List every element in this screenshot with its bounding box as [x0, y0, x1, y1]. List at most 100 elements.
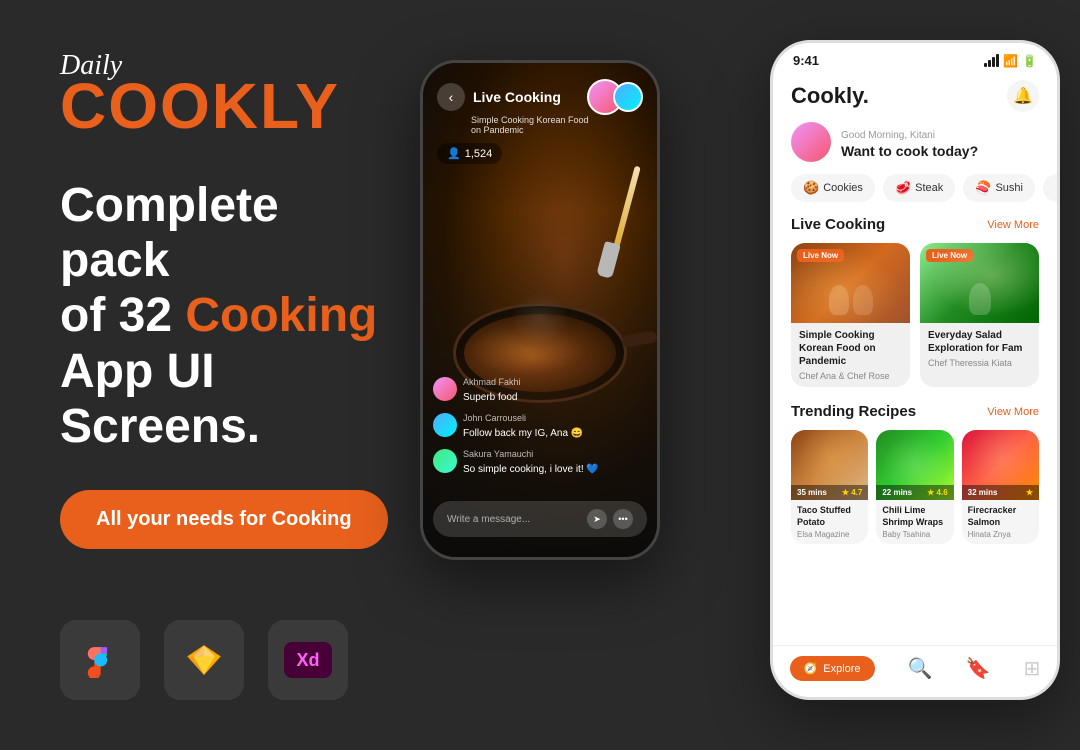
- live-card-img-2: Live Now: [920, 243, 1039, 323]
- trend-card-chef-1: Elsa Magazine: [797, 530, 862, 539]
- cookies-label: Cookies: [823, 182, 863, 194]
- live-card-1[interactable]: Live Now Simple Cooking Korean Food on P…: [791, 243, 910, 387]
- comment-1: Akhmad Fakhi Superb food: [433, 377, 647, 405]
- live-view-more[interactable]: View More: [987, 219, 1039, 231]
- bookmark-icon: 🔖: [966, 656, 991, 681]
- live-cards: Live Now Simple Cooking Korean Food on P…: [773, 243, 1057, 403]
- greeting-sub: Good Morning, Kitani: [841, 130, 935, 141]
- nav-explore[interactable]: 🧭 Explore: [790, 656, 875, 681]
- user-avatar: [791, 122, 831, 162]
- headline-highlight: Cooking: [185, 289, 377, 342]
- trend-card-title-1: Taco Stuffed Potato: [797, 505, 862, 528]
- figma-tool-card: [60, 620, 140, 700]
- pill-cookies[interactable]: 🍪 Cookies: [791, 174, 875, 202]
- pill-sushi[interactable]: 🍣 Sushi: [963, 174, 1035, 202]
- signal-icon: [984, 54, 999, 67]
- pill-seafood[interactable]: 🦞 Seafd: [1043, 174, 1057, 202]
- spatula: [597, 163, 627, 303]
- more-icon[interactable]: •••: [613, 509, 633, 529]
- comment-avatar-3: [433, 449, 457, 473]
- live-card-img-1: Live Now: [791, 243, 910, 323]
- trend-card-chef-2: Baby Tsahina: [882, 530, 947, 539]
- trend-card-info-1: Taco Stuffed Potato Elsa Magazine: [791, 500, 868, 544]
- headline-part3: App UI Screens.: [60, 345, 260, 453]
- trend-card-3[interactable]: 32 mins ★ Firecracker Salmon Hinata Znya: [962, 430, 1039, 544]
- trend-card-info-2: Chili Lime Shrimp Wraps Baby Tsahina: [876, 500, 953, 544]
- sketch-icon: [186, 642, 222, 678]
- greeting-row: Good Morning, Kitani Want to cook today?: [773, 122, 1057, 174]
- nav-search[interactable]: 🔍: [908, 656, 933, 681]
- comment-text-3: Sakura Yamauchi So simple cooking, i lov…: [463, 449, 647, 477]
- message-icons: ➤ •••: [587, 509, 633, 529]
- sushi-emoji: 🍣: [975, 180, 991, 196]
- sushi-label: Sushi: [995, 182, 1023, 194]
- trending-section-title: Trending Recipes: [791, 403, 916, 420]
- comment-msg-1: Superb food: [463, 392, 518, 403]
- status-bar: 9:41 📶 🔋: [773, 43, 1057, 74]
- message-bar[interactable]: Write a message... ➤ •••: [433, 501, 647, 537]
- live-card-title-2: Everyday Salad Exploration for Fam: [928, 329, 1031, 355]
- xd-tool-card: Xd: [268, 620, 348, 700]
- comment-avatar-2: [433, 413, 457, 437]
- battery-icon: 🔋: [1022, 54, 1037, 68]
- live-avatars: [587, 79, 643, 115]
- phone-live-inner: ‹ Live Cooking Simple Cooking Korean Foo…: [423, 63, 657, 557]
- app-header: Cookly. 🔔: [773, 74, 1057, 122]
- phone-live-cooking: ‹ Live Cooking Simple Cooking Korean Foo…: [420, 60, 660, 560]
- trend-card-2[interactable]: 22 mins ★ 4.6 Chili Lime Shrimp Wraps Ba…: [876, 430, 953, 544]
- steak-label: Steak: [915, 182, 943, 194]
- live-card-chef-1: Chef Ana & Chef Rose: [799, 371, 902, 381]
- live-card-chef-2: Chef Theressia Kiata: [928, 358, 1031, 368]
- grid-icon: ⊞: [1024, 656, 1041, 681]
- trend-card-1[interactable]: 35 mins ★ 4.7 Taco Stuffed Potato Elsa M…: [791, 430, 868, 544]
- trend-time-1: 35 mins: [797, 488, 827, 497]
- pill-steak[interactable]: 🥩 Steak: [883, 174, 955, 202]
- category-pills: 🍪 Cookies 🥩 Steak 🍣 Sushi 🦞 Seafd: [773, 174, 1057, 216]
- live-card-info-2: Everyday Salad Exploration for Fam Chef …: [920, 323, 1039, 374]
- live-title: Live Cooking: [473, 89, 579, 105]
- live-avatar-2: [613, 82, 643, 112]
- seafood-emoji: 🦞: [1055, 180, 1057, 196]
- trend-card-title-3: Firecracker Salmon: [968, 505, 1033, 528]
- trend-time-2: 22 mins: [882, 488, 912, 497]
- trend-img-1: 35 mins ★ 4.7: [791, 430, 868, 500]
- trend-img-2: 22 mins ★ 4.6: [876, 430, 953, 500]
- trend-img-3: 32 mins ★: [962, 430, 1039, 500]
- live-subtitle: Simple Cooking Korean Food on Pandemic: [471, 115, 601, 135]
- status-time: 9:41: [793, 53, 819, 68]
- logo-area: Daily COOKLY: [60, 50, 400, 138]
- phone-app-ui: 9:41 📶 🔋 Cookly. 🔔 Good Morning, Kitani: [770, 40, 1060, 700]
- send-icon[interactable]: ➤: [587, 509, 607, 529]
- message-placeholder: Write a message...: [447, 514, 530, 525]
- xd-icon: Xd: [284, 642, 332, 678]
- notification-bell[interactable]: 🔔: [1007, 80, 1039, 112]
- live-section-title: Live Cooking: [791, 216, 885, 233]
- live-card-title-1: Simple Cooking Korean Food on Pandemic: [799, 329, 902, 368]
- steam: [510, 293, 570, 343]
- nav-bookmark[interactable]: 🔖: [966, 656, 991, 681]
- live-card-2[interactable]: Live Now Everyday Salad Exploration for …: [920, 243, 1039, 387]
- headline: Complete pack of 32 Cooking App UI Scree…: [60, 178, 400, 454]
- chef-silhouette: [969, 283, 991, 315]
- viewer-count-text: 1,524: [465, 148, 493, 160]
- trending-cards: 35 mins ★ 4.7 Taco Stuffed Potato Elsa M…: [773, 430, 1057, 560]
- compass-icon: 🧭: [804, 662, 818, 675]
- cta-button[interactable]: All your needs for Cooking: [60, 490, 388, 549]
- nav-grid[interactable]: ⊞: [1024, 656, 1041, 681]
- bottom-nav: 🧭 Explore 🔍 🔖 ⊞: [773, 645, 1057, 697]
- tools-section: Xd: [60, 620, 400, 700]
- explore-active: 🧭 Explore: [790, 656, 875, 681]
- back-button[interactable]: ‹: [437, 83, 465, 111]
- comment-name-3: Sakura Yamauchi: [463, 449, 647, 459]
- live-badge-2: Live Now: [926, 249, 973, 262]
- comment-name-2: John Carrouseli: [463, 413, 647, 423]
- comment-avatar-1: [433, 377, 457, 401]
- wifi-icon: 📶: [1003, 54, 1018, 68]
- left-section: Daily COOKLY Complete pack of 32 Cooking…: [0, 0, 460, 750]
- trending-view-more[interactable]: View More: [987, 406, 1039, 418]
- headline-part2: of 32: [60, 289, 185, 342]
- trending-section-header: Trending Recipes View More: [773, 403, 1057, 430]
- live-header: ‹ Live Cooking: [423, 79, 657, 115]
- steak-emoji: 🥩: [895, 180, 911, 196]
- comment-text-2: John Carrouseli Follow back my IG, Ana 😄: [463, 413, 647, 441]
